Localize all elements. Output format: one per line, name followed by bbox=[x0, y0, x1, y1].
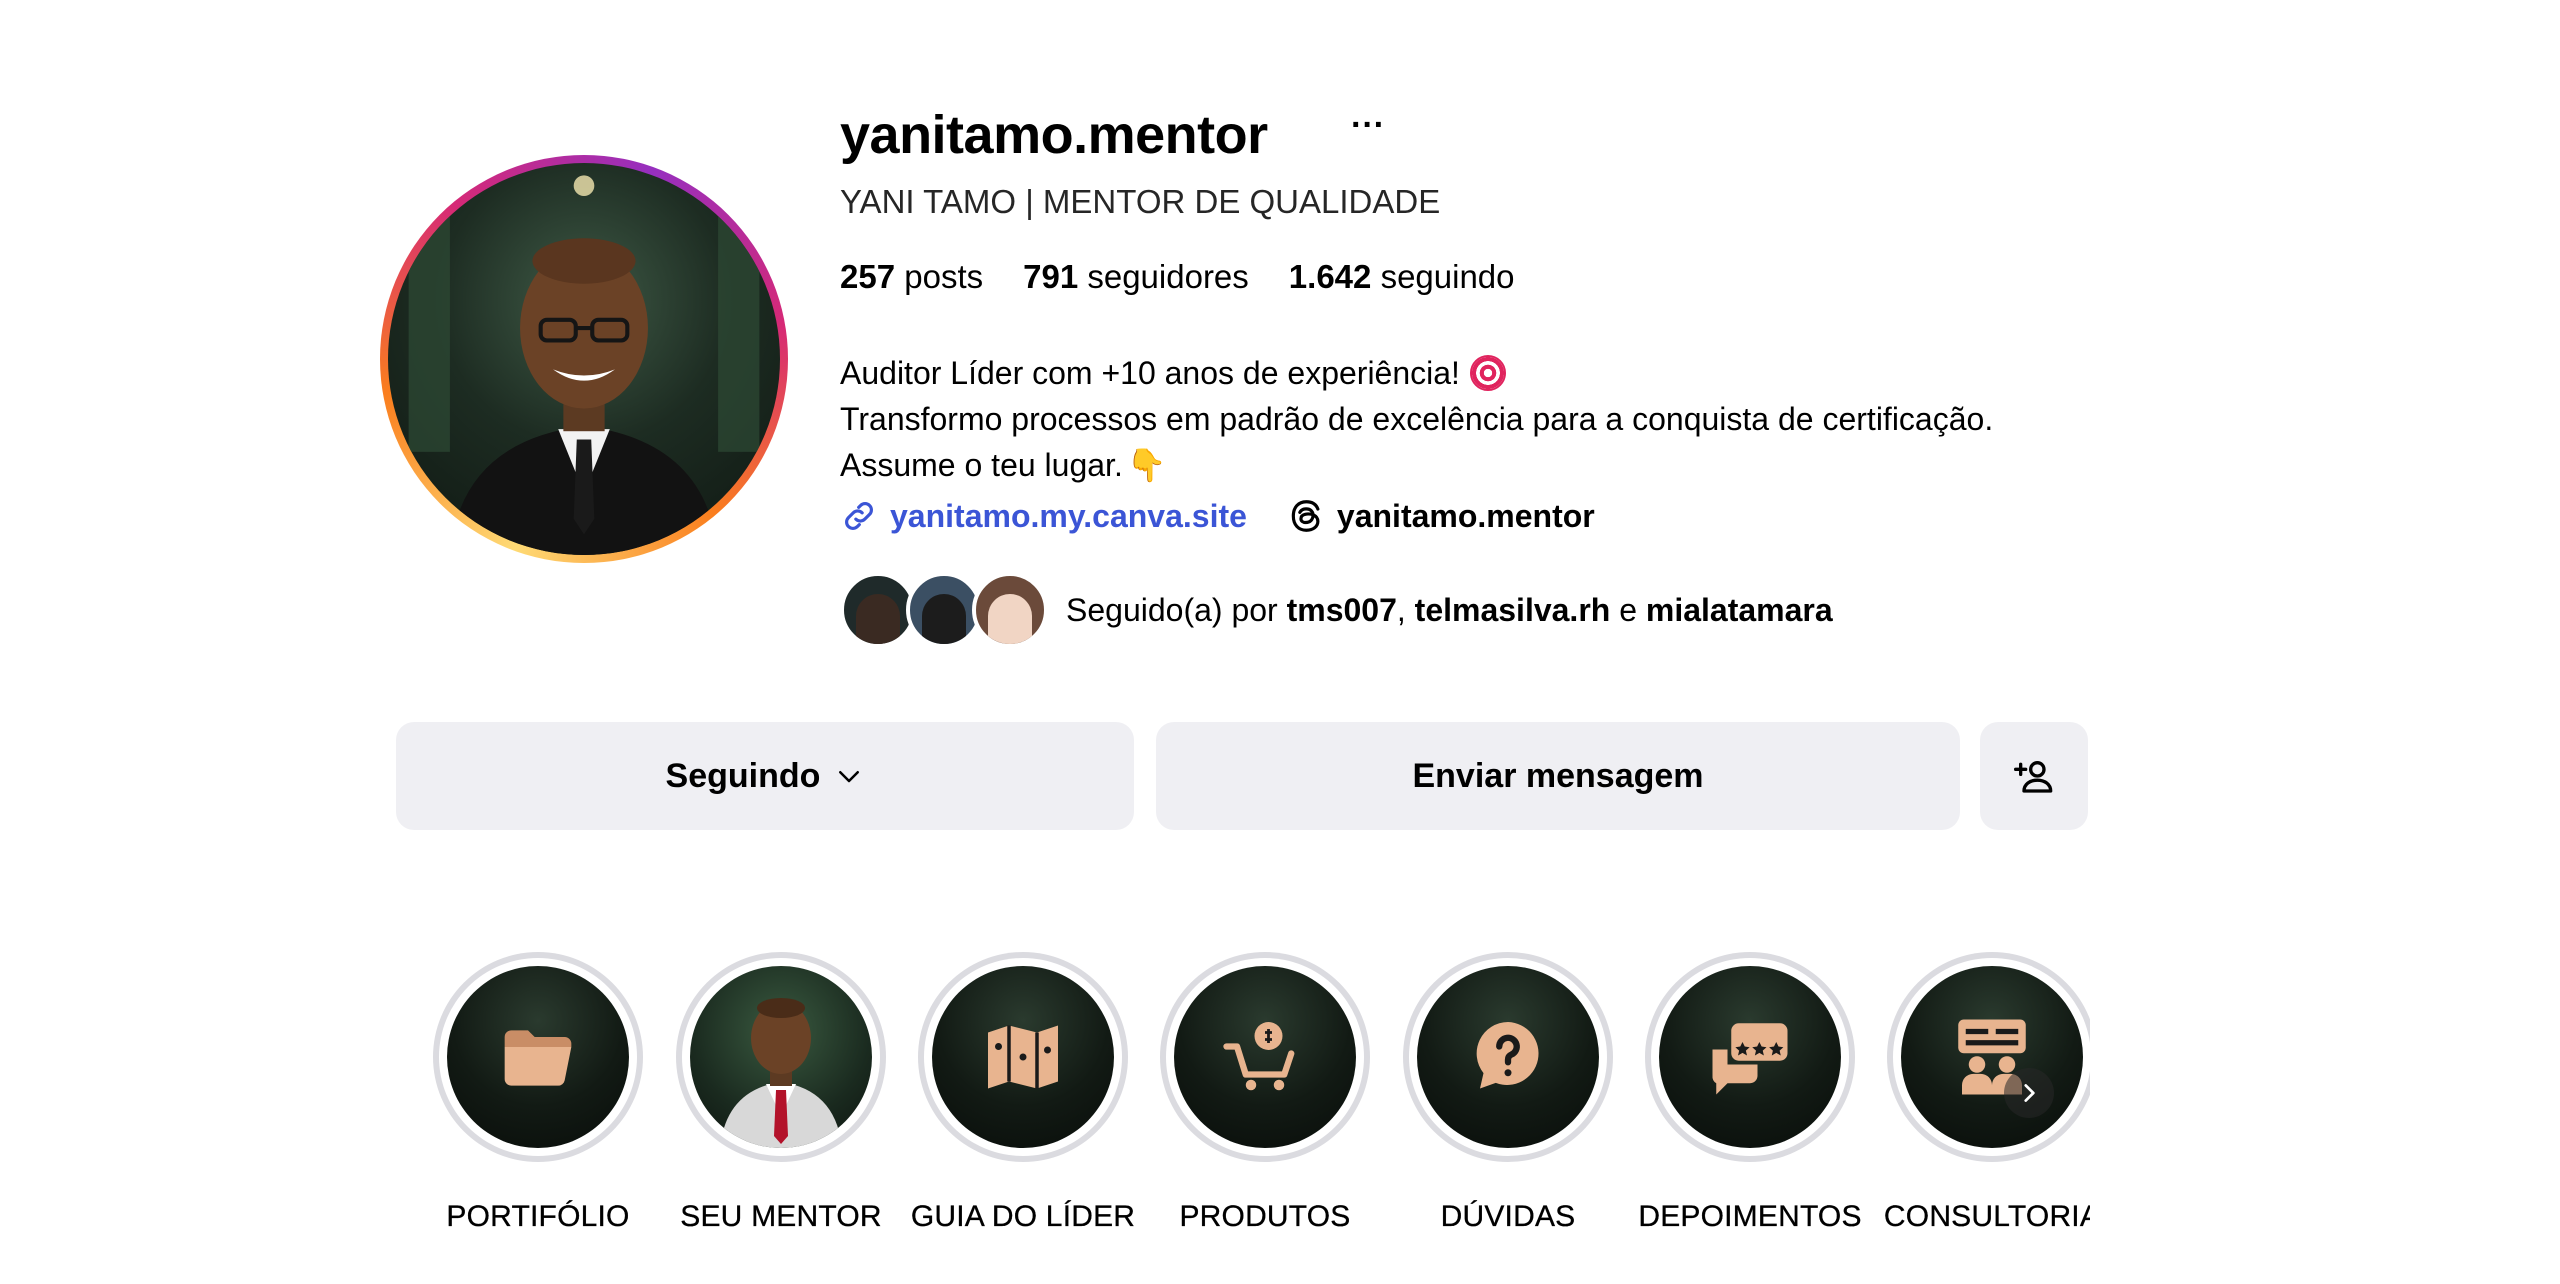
following-stat[interactable]: 1.642 seguindo bbox=[1289, 257, 1515, 297]
add-person-icon bbox=[2014, 761, 2053, 793]
highlight-products[interactable]: PRODUTOS bbox=[1155, 952, 1375, 1234]
bio-line-3: Assume o teu lugar. bbox=[840, 447, 1123, 483]
profile-stats: 257 posts 791 seguidores 1.642 seguindo bbox=[840, 257, 1515, 297]
followed-by-text: Seguido(a) por tms007, telmasilva.rh e m… bbox=[1066, 588, 1833, 632]
mentor-photo-icon bbox=[720, 998, 842, 1148]
highlight-cover bbox=[932, 966, 1114, 1148]
highlight-ring bbox=[918, 952, 1128, 1162]
following-count: 1.642 bbox=[1288, 258, 1372, 295]
highlight-gap bbox=[924, 958, 1122, 1156]
highlight-ring bbox=[1403, 952, 1613, 1162]
followers-count: 791 bbox=[1023, 258, 1079, 295]
avatar-photo-art bbox=[408, 175, 760, 555]
following-button-label: Seguindo bbox=[665, 756, 821, 795]
highlight-cover bbox=[1417, 966, 1599, 1148]
highlight-cover bbox=[1174, 966, 1356, 1148]
mutual-avatar bbox=[840, 572, 916, 648]
shopping-cart-icon bbox=[1223, 1022, 1295, 1091]
followed-by[interactable]: Seguido(a) por tms007, telmasilva.rh e m… bbox=[840, 572, 1833, 648]
highlight-testimonials[interactable]: DEPOIMENTOS bbox=[1638, 952, 1862, 1234]
posts-count: 257 bbox=[840, 258, 896, 295]
posts-label: posts bbox=[904, 258, 984, 295]
highlight-tray-edge bbox=[2090, 940, 2130, 1240]
highlight-gap bbox=[1166, 958, 1364, 1156]
threads-icon bbox=[1291, 500, 1320, 532]
highlight-mentor[interactable]: SEU MENTOR bbox=[671, 952, 891, 1234]
chevron-right-icon bbox=[2024, 1084, 2035, 1102]
website-link[interactable]: yanitamo.my.canva.site bbox=[840, 494, 1247, 538]
highlight-ring bbox=[1160, 952, 1370, 1162]
send-message-button[interactable]: Enviar mensagem bbox=[1156, 722, 1960, 830]
followers-stat[interactable]: 791 seguidores bbox=[1023, 257, 1249, 297]
highlight-ring bbox=[433, 952, 643, 1162]
question-bubble-icon bbox=[1476, 1022, 1539, 1089]
highlight-gap bbox=[1409, 958, 1607, 1156]
mutual-avatar bbox=[906, 572, 982, 648]
profile-avatar-ring[interactable] bbox=[380, 155, 788, 563]
separator: , bbox=[1396, 592, 1406, 628]
highlight-label: SEU MENTOR bbox=[680, 1200, 882, 1233]
profile-avatar[interactable] bbox=[388, 163, 780, 555]
website-url: yanitamo.my.canva.site bbox=[890, 498, 1247, 534]
pointing-down-emoji-icon: 👇 bbox=[1126, 447, 1167, 483]
following-button[interactable]: Seguindo bbox=[396, 722, 1134, 830]
threads-handle: yanitamo.mentor bbox=[1336, 498, 1595, 534]
highlight-gap bbox=[682, 958, 880, 1156]
followers-label: seguidores bbox=[1087, 258, 1249, 295]
profile-links: yanitamo.my.canva.site yanitamo.mentor bbox=[840, 494, 1595, 538]
highlight-leader-guide[interactable]: GUIA DO LÍDER bbox=[910, 952, 1136, 1234]
highlight-label: DEPOIMENTOS bbox=[1638, 1200, 1862, 1233]
highlight-label: DÚVIDAS bbox=[1440, 1200, 1576, 1233]
highlight-label: CONSULTORIA bbox=[1883, 1200, 2101, 1233]
highlight-cover bbox=[447, 966, 629, 1148]
bio-line: Auditor Líder com +10 anos de experiênci… bbox=[840, 350, 1993, 396]
suggested-accounts-button[interactable] bbox=[1980, 722, 2088, 830]
highlight-consulting[interactable]: CONSULTORIA bbox=[1882, 952, 2102, 1234]
separator: e bbox=[1619, 592, 1637, 628]
direct-hit-emoji-icon bbox=[1469, 355, 1506, 391]
folder-icon bbox=[504, 1030, 572, 1086]
bio-line-1: Auditor Líder com +10 anos de experiênci… bbox=[840, 355, 1460, 391]
more-options-button[interactable]: ··· bbox=[1350, 108, 1386, 150]
highlight-gap bbox=[439, 958, 637, 1156]
threads-link[interactable]: yanitamo.mentor bbox=[1287, 494, 1595, 538]
profile-username: yanitamo.mentor bbox=[840, 105, 1268, 165]
chevron-down-icon bbox=[839, 771, 860, 783]
map-icon bbox=[988, 1025, 1058, 1089]
highlight-ring bbox=[676, 952, 886, 1162]
highlight-cover bbox=[690, 966, 872, 1148]
posts-stat: 257 posts bbox=[840, 257, 983, 297]
highlight-portfolio[interactable]: PORTIFÓLIO bbox=[428, 952, 648, 1234]
highlight-label: GUIA DO LÍDER bbox=[910, 1200, 1136, 1233]
highlight-cover bbox=[1901, 966, 2083, 1148]
send-message-label: Enviar mensagem bbox=[1412, 756, 1704, 795]
profile-bio: Auditor Líder com +10 anos de experiênci… bbox=[840, 350, 1993, 488]
highlight-cover bbox=[1659, 966, 1841, 1148]
mutual-avatar bbox=[972, 572, 1048, 648]
highlight-label: PRODUTOS bbox=[1179, 1200, 1351, 1233]
bio-line: Transformo processos em padrão de excelê… bbox=[840, 396, 1993, 442]
highlight-gap bbox=[1651, 958, 1849, 1156]
highlight-label: PORTIFÓLIO bbox=[446, 1200, 630, 1233]
highlights-next-button[interactable] bbox=[2004, 1068, 2054, 1118]
highlight-ring bbox=[1645, 952, 1855, 1162]
mutual-user-1[interactable]: tms007 bbox=[1287, 592, 1397, 628]
highlight-gap bbox=[1893, 958, 2091, 1156]
highlight-ring bbox=[1887, 952, 2097, 1162]
followed-by-prefix: Seguido(a) por bbox=[1066, 592, 1278, 628]
following-label: seguindo bbox=[1380, 258, 1515, 295]
profile-full-name: YANI TAMO | MENTOR DE QUALIDADE bbox=[840, 183, 1441, 220]
link-icon bbox=[845, 502, 873, 530]
mutual-user-3[interactable]: mialatamara bbox=[1646, 592, 1833, 628]
highlight-faq[interactable]: DÚVIDAS bbox=[1398, 952, 1618, 1234]
bio-line-2: Transformo processos em padrão de excelê… bbox=[840, 401, 1994, 437]
bio-line: Assume o teu lugar. 👇 bbox=[840, 442, 1993, 488]
reviews-chat-icon bbox=[1712, 1023, 1788, 1095]
mutual-avatars bbox=[840, 572, 1048, 648]
mutual-user-2[interactable]: telmasilva.rh bbox=[1415, 592, 1611, 628]
